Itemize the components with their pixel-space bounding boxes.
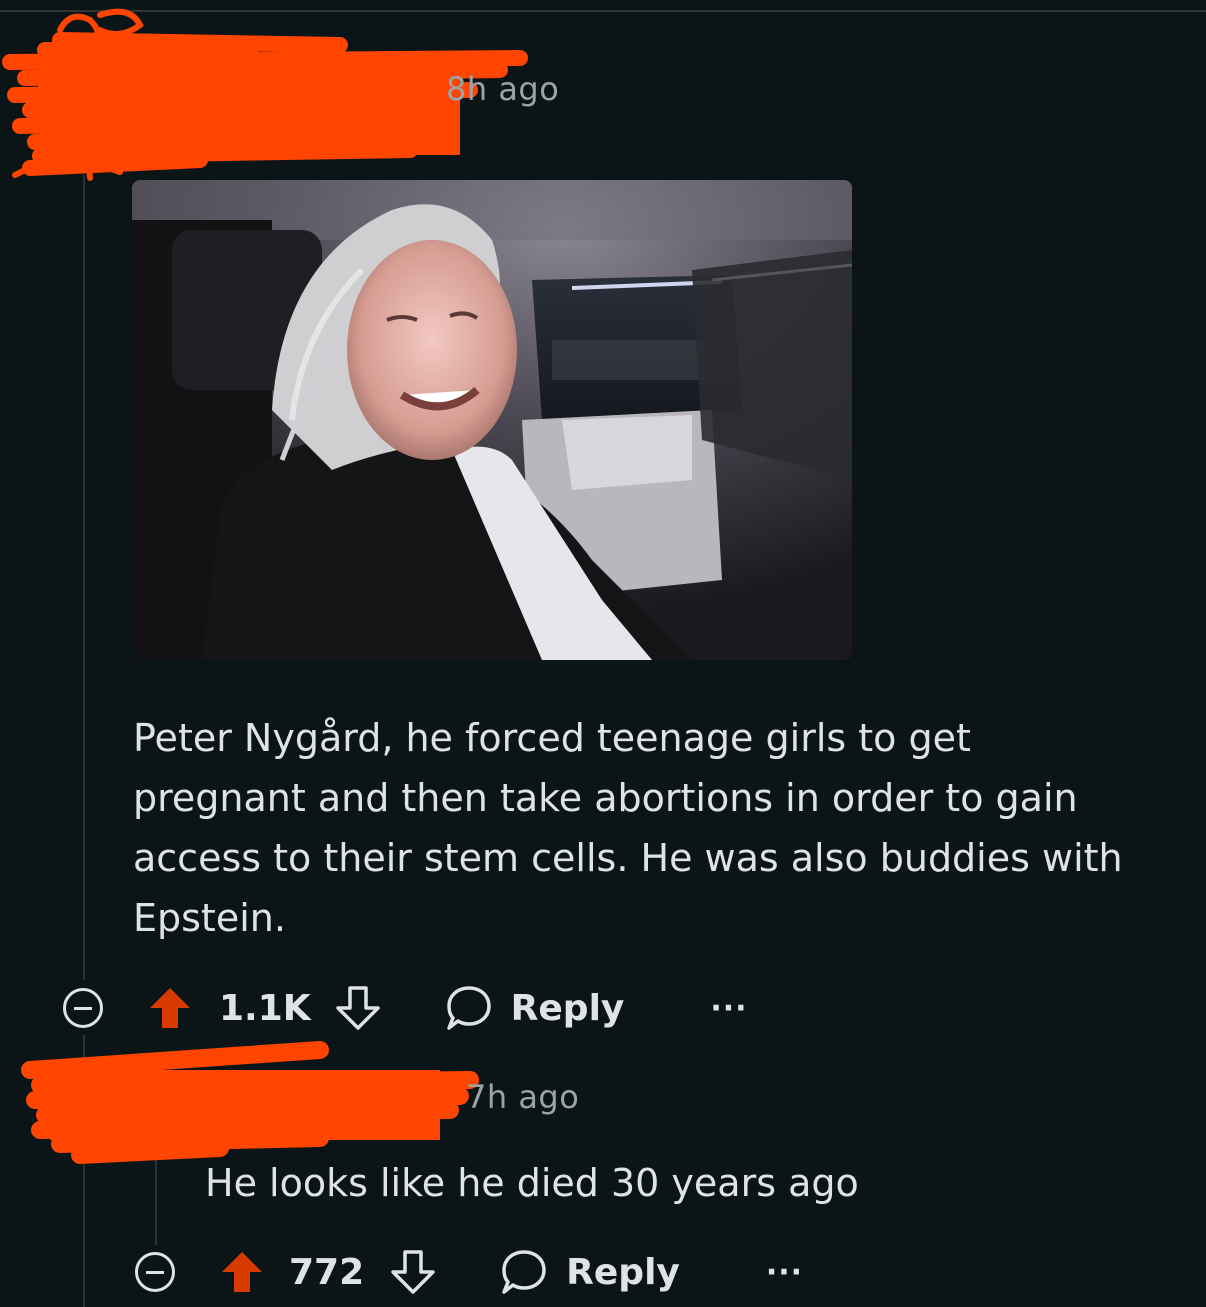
collapse-icon[interactable] <box>135 1252 175 1292</box>
comment-body-line: He looks like he died 30 years ago <box>205 1161 859 1205</box>
redacted-author-2 <box>21 1041 479 1164</box>
comment-actions: 1.1K Reply ··· <box>63 983 748 1033</box>
downvote-icon[interactable] <box>390 1249 436 1295</box>
score: 1.1K <box>219 987 311 1029</box>
comment-actions: 772 Reply ··· <box>135 1247 803 1297</box>
comment-body-line: Peter Nygård, he forced teenage girls to… <box>133 716 971 760</box>
comment-icon[interactable] <box>500 1248 548 1296</box>
upvote-icon[interactable] <box>219 1249 265 1295</box>
thread-line-root <box>83 175 85 980</box>
reply-button[interactable]: Reply <box>566 1252 680 1293</box>
score: 772 <box>289 1251 365 1293</box>
comment-timestamp: 7h ago <box>466 1078 580 1116</box>
portrait-image <box>132 180 852 660</box>
comment-body-line: Epstein. <box>133 896 286 940</box>
comment-body-line: pregnant and then take abortions in orde… <box>133 776 1078 820</box>
downvote-icon[interactable] <box>335 985 381 1031</box>
comment-image[interactable] <box>132 180 852 660</box>
comment-body-line: access to their stem cells. He was also … <box>133 836 1123 880</box>
collapse-icon[interactable] <box>63 988 103 1028</box>
more-icon[interactable]: ··· <box>766 1255 803 1290</box>
reply-button[interactable]: Reply <box>511 988 625 1029</box>
comment-timestamp: 8h ago <box>446 70 560 108</box>
upvote-icon[interactable] <box>147 985 193 1031</box>
comment-icon[interactable] <box>445 984 493 1032</box>
more-icon[interactable]: ··· <box>710 991 747 1026</box>
